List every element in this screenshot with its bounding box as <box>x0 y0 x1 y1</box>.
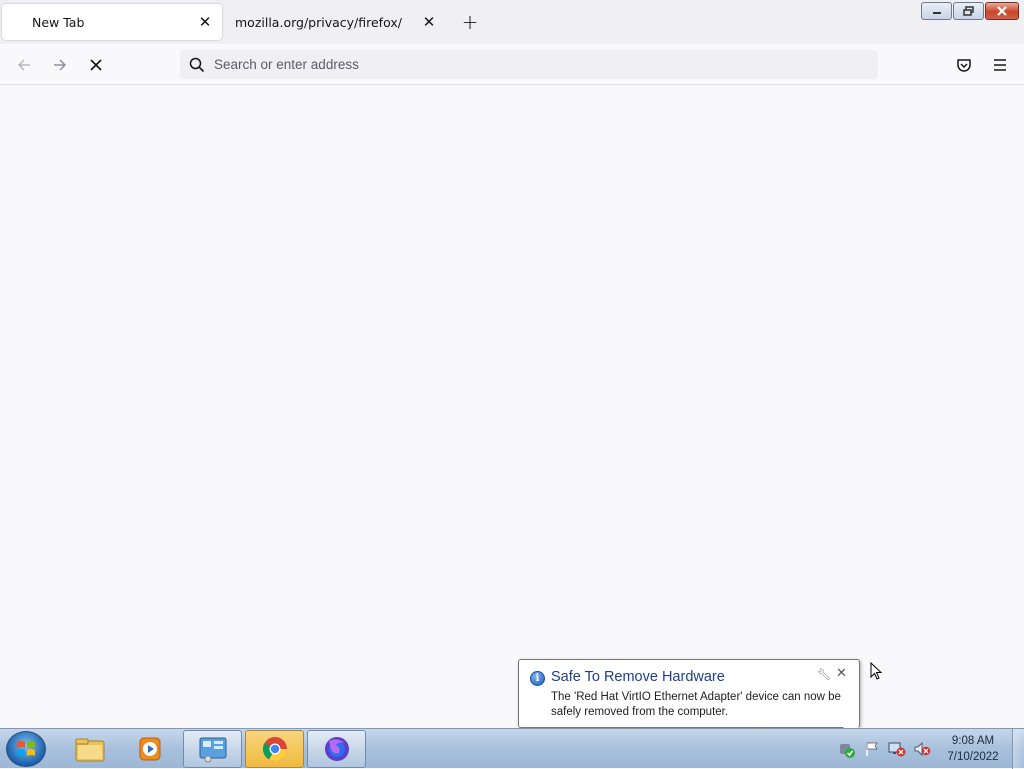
notification-message: The 'Red Hat VirtIO Ethernet Adapter' de… <box>551 691 841 718</box>
notification-title: Safe To Remove Hardware <box>551 669 725 685</box>
address-input[interactable] <box>214 50 878 79</box>
network-disconnected-icon[interactable] <box>886 739 908 759</box>
control-panel-icon <box>199 737 226 763</box>
start-button[interactable] <box>6 731 46 767</box>
taskbar-clock[interactable]: 9:08 AM 7/10/2022 <box>938 733 1008 765</box>
close-notification-icon[interactable]: ✕ <box>836 666 847 681</box>
pocket-icon <box>957 59 971 72</box>
new-tab-button[interactable]: + <box>458 10 482 34</box>
window-caption-buttons <box>921 2 1024 20</box>
minimize-button[interactable] <box>921 2 952 20</box>
firefox-window: New Tab ✕ mozilla.org/privacy/firefox/ ✕… <box>0 0 1024 728</box>
back-button[interactable] <box>10 52 38 78</box>
stop-loading-button[interactable] <box>82 52 110 78</box>
media-player-icon <box>139 737 160 761</box>
app-menu-button[interactable] <box>986 52 1014 78</box>
close-icon <box>997 6 1007 16</box>
restore-button[interactable] <box>953 2 984 20</box>
close-tab-icon[interactable]: ✕ <box>419 12 439 32</box>
restore-icon <box>962 6 974 16</box>
tab-title: New Tab <box>32 14 85 30</box>
taskbar-firefox[interactable] <box>307 730 366 768</box>
arrow-right-icon <box>54 59 67 71</box>
tab-mozilla-privacy[interactable]: mozilla.org/privacy/firefox/ ✕ <box>224 4 446 40</box>
taskbar-media-player[interactable] <box>120 730 179 768</box>
taskbar-chrome[interactable] <box>245 730 304 768</box>
taskbar: 9:08 AM 7/10/2022 <box>0 728 1024 769</box>
windows-logo-icon <box>17 741 35 756</box>
page-content-area[interactable] <box>0 85 1024 728</box>
address-bar[interactable] <box>180 50 878 79</box>
tab-title: mozilla.org/privacy/firefox/ <box>235 14 402 30</box>
action-center-flag-icon[interactable] <box>861 739 883 759</box>
hamburger-menu-icon <box>994 59 1006 71</box>
chrome-icon <box>262 737 287 762</box>
system-tray <box>836 729 936 769</box>
navigation-toolbar <box>0 44 1024 85</box>
taskbar-explorer[interactable] <box>60 730 119 768</box>
mouse-cursor-icon <box>870 662 883 680</box>
close-window-button[interactable] <box>985 2 1019 20</box>
minimize-icon <box>932 12 941 14</box>
show-desktop-button[interactable] <box>1012 729 1024 769</box>
wrench-icon[interactable]: 🔧︎ <box>817 668 831 681</box>
firefox-icon <box>324 737 349 761</box>
volume-muted-icon[interactable] <box>911 739 933 759</box>
tab-new-tab[interactable]: New Tab ✕ <box>2 4 222 40</box>
forward-button[interactable] <box>46 52 74 78</box>
stop-icon <box>90 59 102 71</box>
safely-remove-hardware-icon[interactable] <box>836 739 858 759</box>
pocket-button[interactable] <box>950 52 978 78</box>
taskbar-control-panel[interactable] <box>183 730 242 768</box>
close-tab-icon[interactable]: ✕ <box>195 12 215 32</box>
clock-time: 9:08 AM <box>951 735 995 747</box>
folder-icon <box>75 738 104 762</box>
clock-date: 7/10/2022 <box>947 751 999 763</box>
info-icon: i <box>530 671 545 686</box>
tab-strip: New Tab ✕ mozilla.org/privacy/firefox/ ✕… <box>0 0 1024 44</box>
arrow-left-icon <box>17 59 30 71</box>
notification-balloon[interactable]: i Safe To Remove Hardware 🔧︎ ✕ The 'Red … <box>518 659 860 728</box>
search-icon <box>180 57 214 73</box>
